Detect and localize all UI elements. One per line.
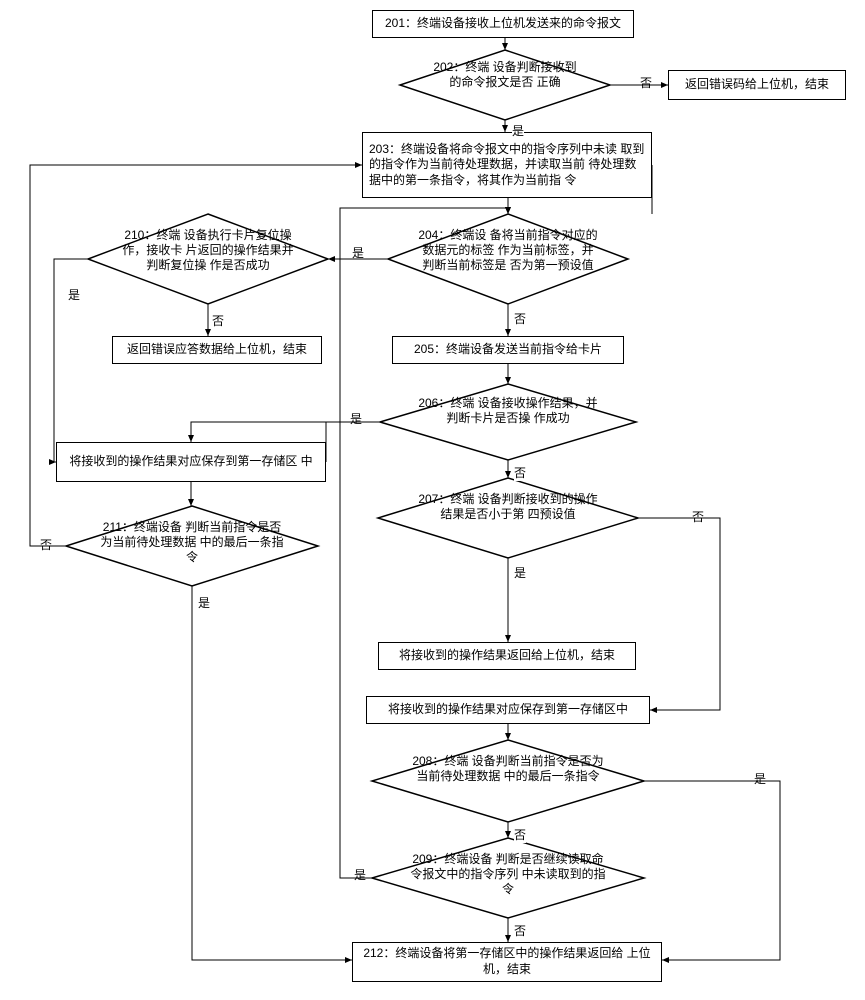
- label-210-no: 否: [212, 312, 224, 329]
- label-207-yes: 是: [514, 564, 526, 581]
- ret-error-202: 返回错误码给上位机，结束: [668, 70, 846, 100]
- ret-207: 将接收到的操作结果返回给上位机，结束: [378, 642, 636, 670]
- label-210-yes: 是: [68, 286, 80, 303]
- step-201: 201：终端设备接收上位机发送来的命令报文: [372, 10, 634, 38]
- step-212: 212：终端设备将第一存储区中的操作结果返回给 上位机，结束: [352, 942, 662, 982]
- label-208-no: 否: [514, 826, 526, 843]
- label-202-yes: 是: [512, 122, 524, 139]
- save-area1-right: 将接收到的操作结果对应保存到第一存储区中: [366, 696, 650, 724]
- label-204-no: 否: [514, 310, 526, 327]
- label-206-yes: 是: [350, 410, 362, 427]
- label-204-yes: 是: [352, 244, 364, 261]
- step-203: 203：终端设备将命令报文中的指令序列中未读 取到的指令作为当前待处理数据，并读…: [362, 132, 652, 198]
- label-211-yes: 是: [198, 594, 210, 611]
- label-202-no: 否: [640, 74, 652, 91]
- save-area1-left: 将接收到的操作结果对应保存到第一存储区 中: [56, 442, 326, 482]
- step-205: 205：终端设备发送当前指令给卡片: [392, 336, 624, 364]
- label-211-no: 否: [40, 536, 52, 553]
- label-209-no: 否: [514, 922, 526, 939]
- label-208-yes: 是: [754, 770, 766, 787]
- label-209-yes: 是: [354, 866, 366, 883]
- ret-error-210: 返回错误应答数据给上位机，结束: [112, 336, 322, 364]
- label-207-no: 否: [692, 508, 704, 525]
- label-206-no: 否: [514, 464, 526, 481]
